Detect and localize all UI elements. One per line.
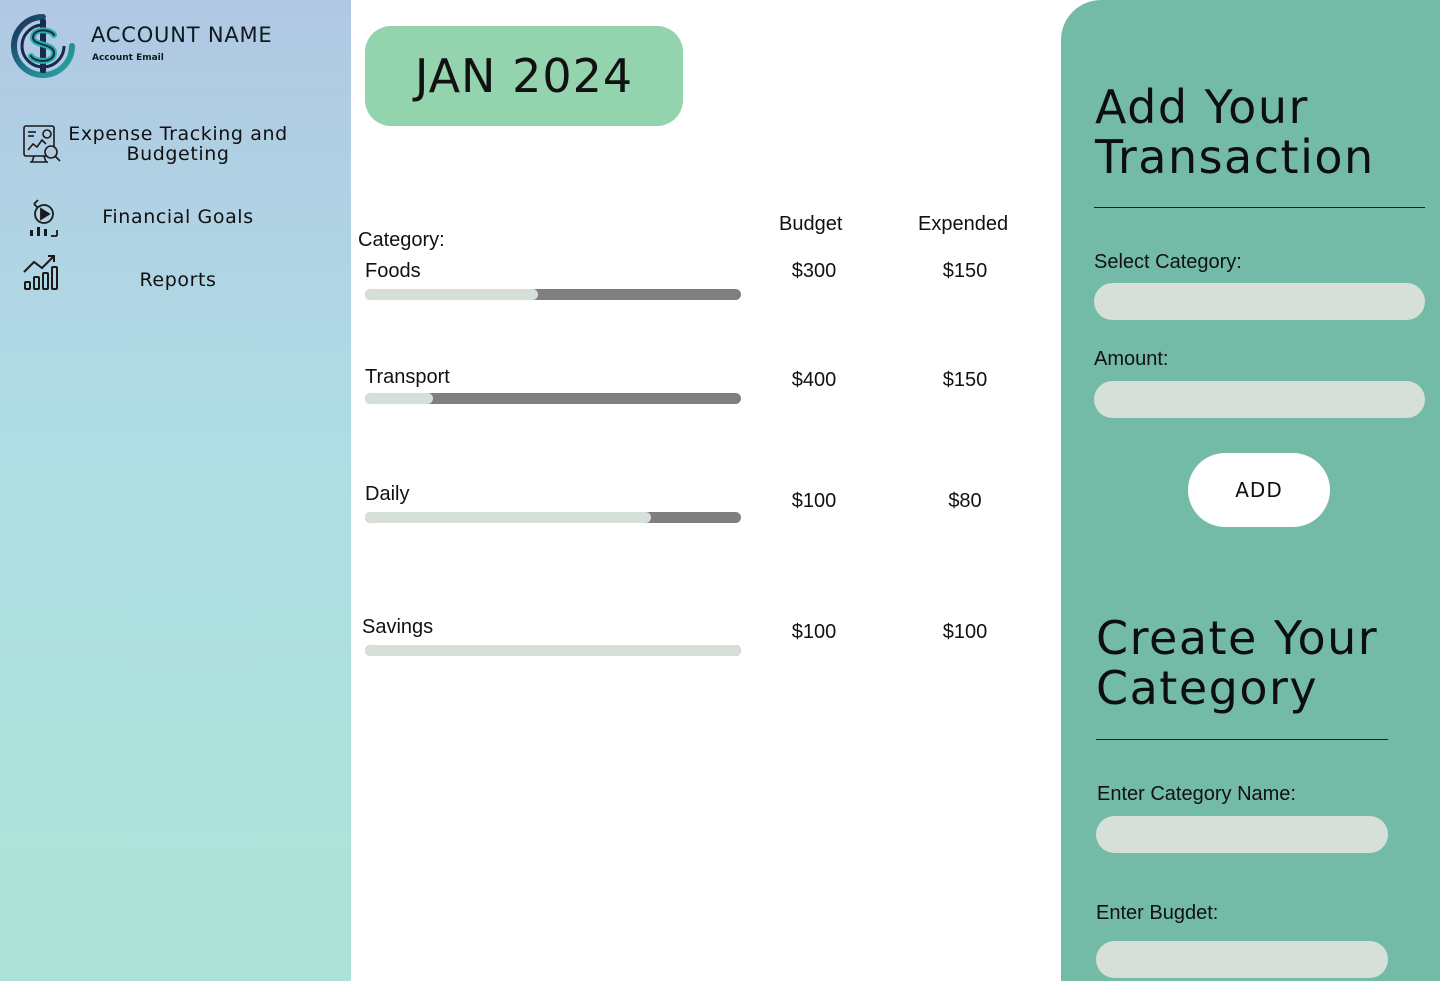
create-category-title-line2: Category bbox=[1096, 661, 1319, 715]
select-category-field[interactable] bbox=[1094, 283, 1425, 320]
expended-value: $80 bbox=[948, 490, 982, 512]
progress-fill bbox=[365, 645, 741, 656]
budget-value: $100 bbox=[791, 490, 837, 512]
divider bbox=[1094, 207, 1425, 208]
amount-label: Amount: bbox=[1094, 348, 1169, 370]
budget-value: $300 bbox=[791, 260, 837, 282]
add-transaction-title-line2: Transaction bbox=[1095, 130, 1375, 184]
amount-field[interactable] bbox=[1094, 381, 1425, 418]
category-name: Daily bbox=[365, 483, 410, 505]
dollar-logo-icon bbox=[10, 13, 76, 79]
budget-label: Enter Bugdet: bbox=[1096, 902, 1219, 924]
nav-label-expense-tracking: Expense Tracking and Budgeting bbox=[68, 123, 288, 165]
budget-header: Budget bbox=[779, 213, 843, 235]
sidebar: ACCOUNT NAME Account Email Expense Track… bbox=[0, 0, 351, 981]
progress-fill bbox=[365, 393, 433, 404]
category-progress-bar bbox=[365, 289, 741, 300]
progress-fill bbox=[365, 512, 651, 523]
budget-field[interactable] bbox=[1096, 941, 1388, 978]
month-selector[interactable]: JAN 2024 bbox=[365, 26, 683, 126]
add-transaction-title: Add Your Transaction bbox=[1095, 82, 1375, 182]
nav-financial-goals[interactable]: Financial Goals bbox=[20, 198, 340, 238]
account-name: ACCOUNT NAME bbox=[91, 23, 273, 47]
expended-header: Expended bbox=[918, 213, 1009, 235]
reports-icon bbox=[20, 252, 64, 296]
add-transaction-title-line1: Add Your bbox=[1095, 80, 1309, 134]
category-progress-bar bbox=[365, 393, 741, 404]
nav-label-reports: Reports bbox=[139, 269, 217, 291]
expended-value: $150 bbox=[942, 260, 988, 282]
category-header: Category: bbox=[358, 229, 445, 251]
category-name-field[interactable] bbox=[1096, 816, 1388, 853]
category-progress-bar bbox=[365, 645, 741, 656]
category-name: Foods bbox=[365, 260, 421, 282]
expended-value: $150 bbox=[942, 369, 988, 391]
account-email: Account Email bbox=[92, 53, 164, 63]
expense-tracking-icon bbox=[20, 122, 64, 166]
budget-value: $400 bbox=[791, 369, 837, 391]
category-name: Savings bbox=[362, 616, 434, 638]
nav-label-financial-goals: Financial Goals bbox=[102, 206, 254, 228]
nav-reports[interactable]: Reports bbox=[20, 252, 340, 292]
progress-fill bbox=[365, 289, 538, 300]
category-name-label: Enter Category Name: bbox=[1097, 783, 1296, 805]
category-progress-bar bbox=[365, 512, 741, 523]
select-category-label: Select Category: bbox=[1094, 251, 1242, 273]
expended-value: $100 bbox=[942, 621, 988, 643]
budget-value: $100 bbox=[791, 621, 837, 643]
add-button[interactable]: ADD bbox=[1188, 453, 1330, 527]
create-category-title-line1: Create Your bbox=[1096, 611, 1379, 665]
create-category-title: Create Your Category bbox=[1096, 613, 1378, 713]
category-name: Transport bbox=[365, 366, 450, 388]
financial-goals-icon bbox=[20, 198, 64, 242]
divider bbox=[1096, 739, 1388, 740]
nav-expense-tracking[interactable]: Expense Tracking and Budgeting bbox=[20, 122, 340, 168]
